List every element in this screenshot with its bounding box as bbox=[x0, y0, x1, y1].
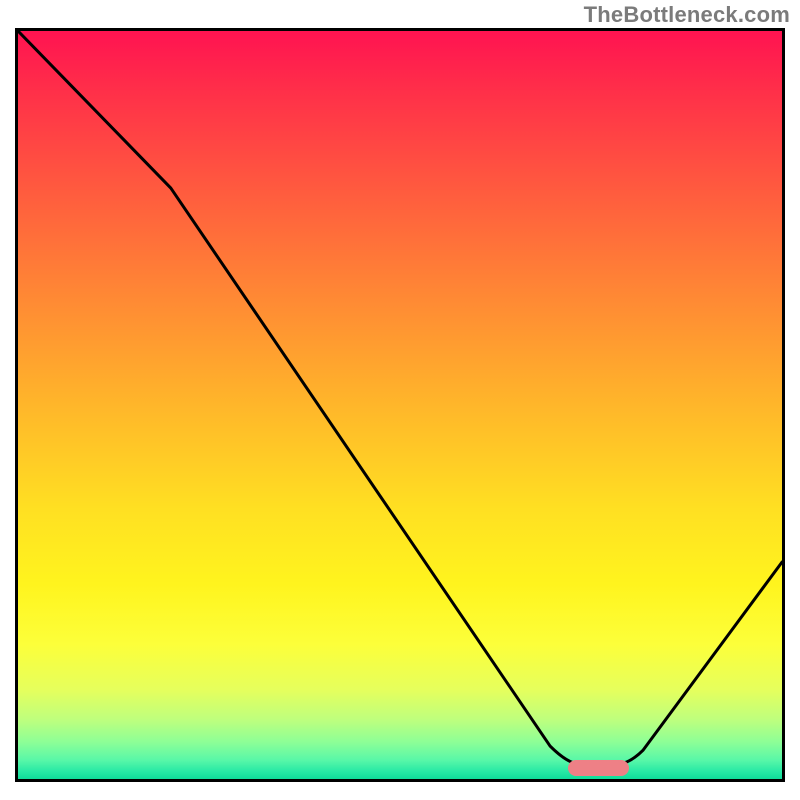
optimal-range-marker bbox=[568, 760, 629, 776]
chart-container: TheBottleneck.com bbox=[0, 0, 800, 800]
watermark-text: TheBottleneck.com bbox=[584, 2, 790, 28]
bottleneck-curve bbox=[18, 31, 782, 779]
plot-area bbox=[15, 28, 785, 782]
